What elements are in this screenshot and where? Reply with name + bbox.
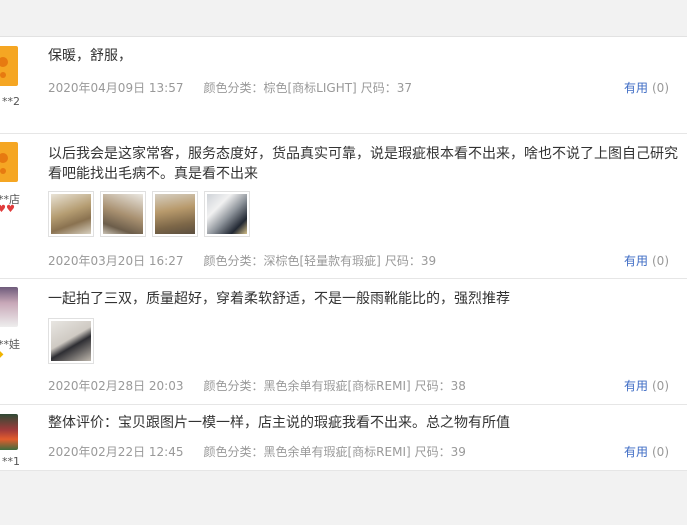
review-meta: 2020年02月28日 20:03 颜色分类：黑色余单有瑕疵[商标REMI] 尺码：… — [48, 377, 466, 394]
useful-button[interactable]: 有用 (0) — [624, 377, 669, 394]
size-spec: 尺码：39 — [384, 254, 437, 268]
useful-button[interactable]: 有用 (0) — [624, 252, 669, 269]
review-date: 2020年02月22日 12:45 — [48, 445, 184, 459]
review-text: 以后我会是这家常客，服务态度好，货品真实可靠，说是瑕疵根本看不出来，啥也不说了上… — [48, 146, 678, 182]
useful-label[interactable]: 有用 — [624, 81, 648, 95]
review-text: 保暖，舒服， — [48, 48, 132, 64]
review-photo[interactable] — [204, 191, 250, 237]
useful-label[interactable]: 有用 — [624, 445, 648, 459]
reviews-page: **2 ◆ 保暖，舒服， 2020年04月09日 13:57 颜色分类：棕色[商标… — [0, 0, 687, 525]
useful-count: (0) — [652, 379, 669, 393]
useful-count: (0) — [652, 445, 669, 459]
review-meta: 2020年04月09日 13:57 颜色分类：棕色[商标LIGHT] 尺码：37 — [48, 79, 412, 96]
diamond-icon: ◆ — [0, 349, 3, 360]
reviewer-name: **2 — [2, 95, 20, 108]
size-spec: 尺码：38 — [414, 379, 466, 393]
heart-icon: ♥ — [5, 204, 15, 215]
size-spec: 尺码：39 — [414, 445, 466, 459]
useful-button[interactable]: 有用 (0) — [624, 443, 669, 460]
reviewer-name: **1 — [2, 455, 20, 468]
review-photo[interactable] — [100, 191, 146, 237]
review-date: 2020年04月09日 13:57 — [48, 81, 184, 95]
review-text: 整体评价：宝贝跟图片一模一样，店主说的瑕疵我看不出来。总之物有所值 — [48, 415, 510, 431]
useful-label[interactable]: 有用 — [624, 379, 648, 393]
review-item: **1 整体评价：宝贝跟图片一模一样，店主说的瑕疵我看不出来。总之物有所值 20… — [0, 404, 687, 471]
review-photo[interactable] — [48, 191, 94, 237]
reviewer-badges: ♥♥♥ — [0, 204, 15, 215]
reviewer-badges: ◆◆ — [0, 349, 3, 360]
review-photo[interactable] — [48, 318, 94, 364]
review-meta: 2020年03月20日 16:27 颜色分类：深棕色[轻量款有瑕疵] 尺码：39 — [48, 252, 436, 269]
size-spec: 尺码：37 — [360, 81, 413, 95]
color-spec: 颜色分类：黑色余单有瑕疵[商标REMI] — [203, 445, 411, 459]
color-spec: 颜色分类：深棕色[轻量款有瑕疵] — [203, 254, 381, 268]
review-photo[interactable] — [152, 191, 198, 237]
review-date: 2020年02月28日 20:03 — [48, 379, 184, 393]
review-meta: 2020年02月22日 12:45 颜色分类：黑色余单有瑕疵[商标REMI] 尺码：… — [48, 443, 466, 460]
useful-count: (0) — [652, 81, 669, 95]
avatar[interactable] — [0, 46, 18, 86]
avatar[interactable] — [0, 414, 18, 450]
review-item: **店 ♥♥♥ 以后我会是这家常客，服务态度好，货品真实可靠，说是瑕疵根本看不出… — [0, 133, 687, 279]
review-photos — [48, 318, 94, 364]
review-photos — [48, 191, 250, 237]
useful-count: (0) — [652, 254, 669, 268]
avatar[interactable] — [0, 142, 18, 182]
review-item: **娃 ◆◆ 一起拍了三双，质量超好，穿着柔软舒适，不是一般雨靴能比的，强烈推荐… — [0, 278, 687, 405]
review-text: 一起拍了三双，质量超好，穿着柔软舒适，不是一般雨靴能比的，强烈推荐 — [48, 291, 510, 307]
useful-label[interactable]: 有用 — [624, 254, 648, 268]
color-spec: 颜色分类：棕色[商标LIGHT] — [203, 81, 357, 95]
avatar[interactable] — [0, 287, 18, 327]
color-spec: 颜色分类：黑色余单有瑕疵[商标REMI] — [203, 379, 411, 393]
review-item: **2 ◆ 保暖，舒服， 2020年04月09日 13:57颜色分类：棕色[商标… — [0, 37, 687, 134]
review-date: 2020年03月20日 16:27 — [48, 254, 184, 268]
review-list: **2 ◆ 保暖，舒服， 2020年04月09日 13:57 颜色分类：棕色[商标… — [0, 36, 687, 471]
useful-button[interactable]: 有用 (0) — [624, 79, 669, 96]
